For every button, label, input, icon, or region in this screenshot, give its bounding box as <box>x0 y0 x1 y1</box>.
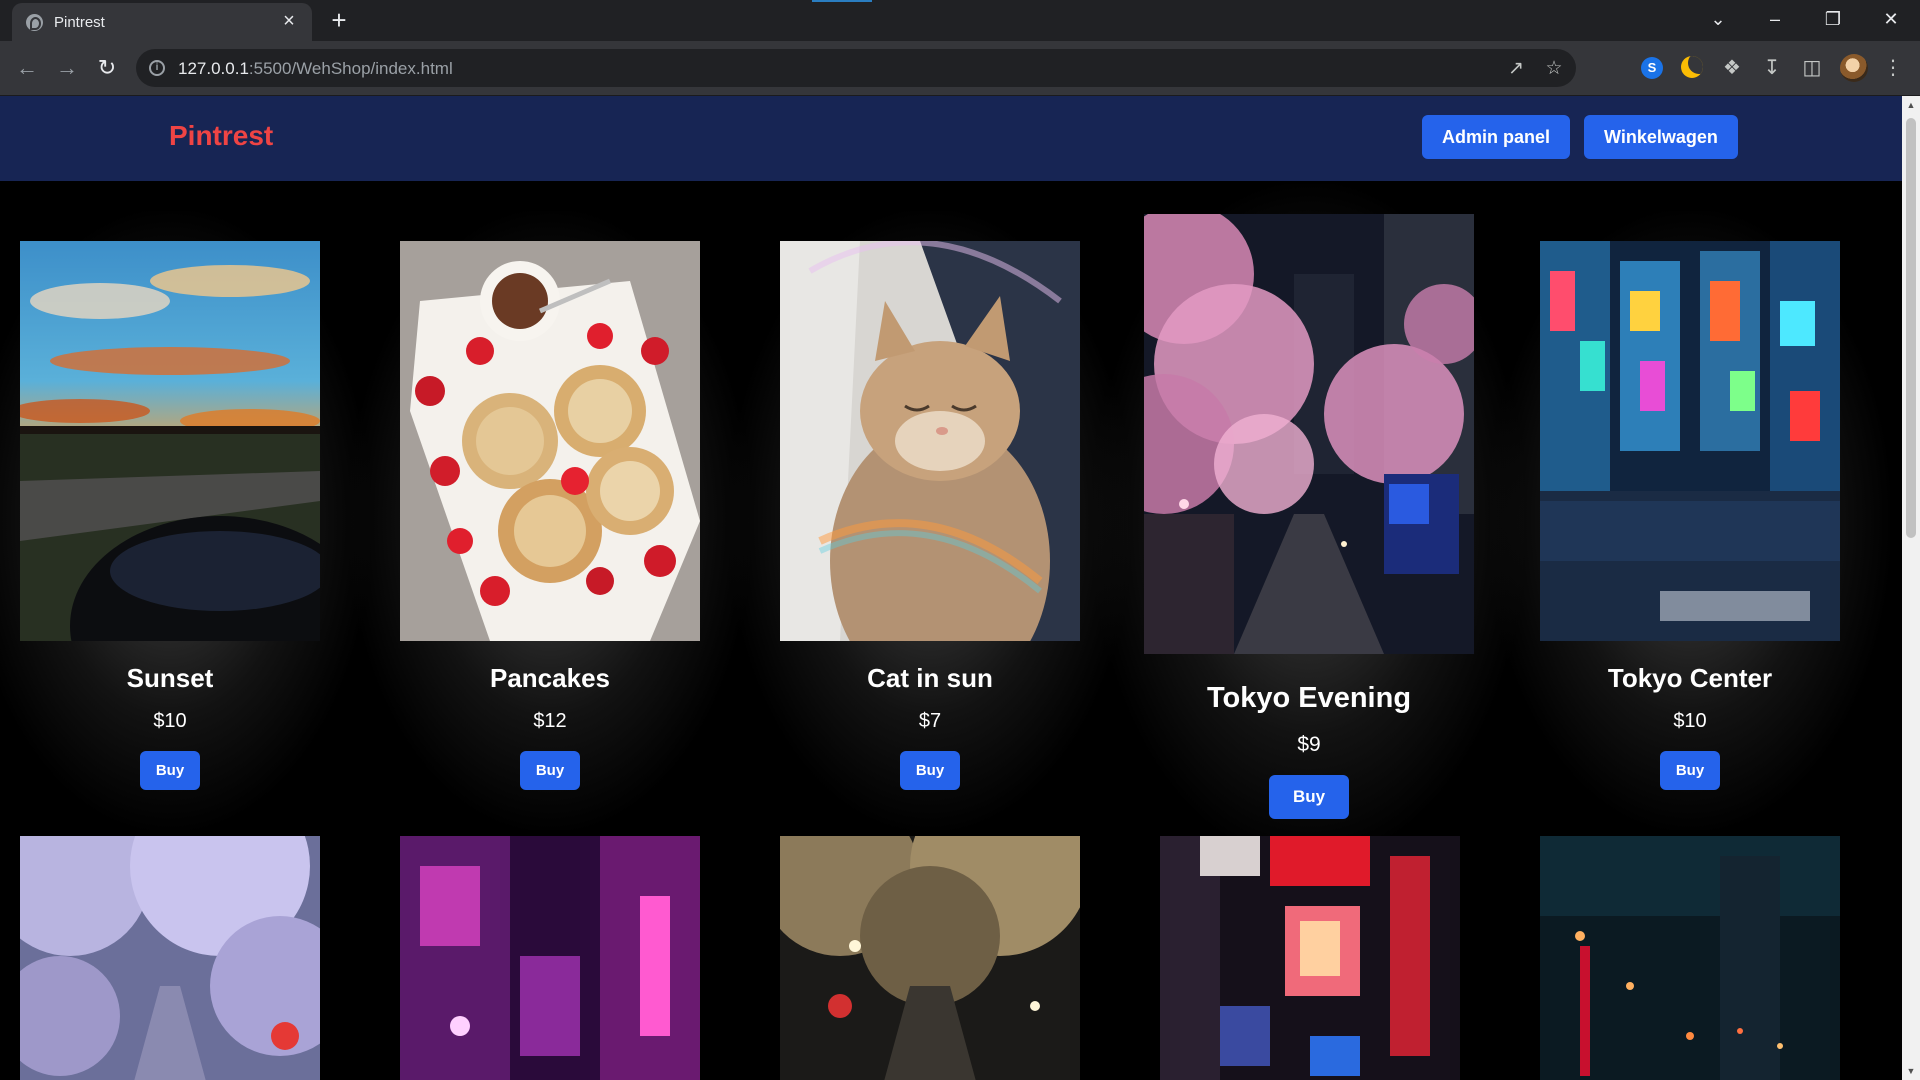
product-card: Tokyo Center $10 Buy <box>1490 211 1890 830</box>
sidebar-icon[interactable]: ◫ <box>1797 53 1827 83</box>
extension-icon[interactable]: S <box>1641 57 1663 79</box>
cart-button[interactable]: Winkelwagen <box>1584 115 1738 159</box>
back-icon[interactable]: ← <box>12 53 42 83</box>
product-card: Pancakes $12 Buy <box>350 211 750 830</box>
window-close-icon[interactable]: ✕ <box>1868 4 1914 34</box>
product-card: Cat in sun $7 Buy <box>730 211 1130 830</box>
buy-button[interactable]: Buy <box>899 751 961 790</box>
url-text[interactable]: 127.0.0.1:5500/WehShop/index.html <box>178 59 453 79</box>
site-header: Pintrest Admin panel Winkelwagen <box>0 96 1902 181</box>
product-image[interactable] <box>780 836 1080 1080</box>
browser-tab[interactable]: Pintrest × <box>12 3 312 41</box>
buy-button[interactable]: Buy <box>519 751 581 790</box>
buy-button[interactable]: Buy <box>1659 751 1721 790</box>
product-image[interactable] <box>1144 214 1474 654</box>
avatar[interactable] <box>1840 54 1868 82</box>
puzzle-icon[interactable]: ❖ <box>1717 53 1747 83</box>
browser-tab-bar: Pintrest × + ⌄ – ❐ ✕ <box>0 0 1920 41</box>
product-title: Cat in sun <box>867 663 993 693</box>
product-title: Tokyo Center <box>1607 663 1773 693</box>
scroll-up-icon[interactable]: ▲ <box>1906 100 1916 110</box>
admin-panel-button[interactable]: Admin panel <box>1422 115 1571 159</box>
star-icon[interactable]: ☆ <box>1542 57 1566 81</box>
address-bar[interactable]: i 127.0.0.1:5500/WehShop/index.html ↗ ☆ <box>136 49 1576 87</box>
product-price: $10 <box>1673 710 1707 732</box>
restore-icon[interactable]: ❐ <box>1810 4 1856 34</box>
tab-title: Pintrest <box>54 14 105 31</box>
product-title: Tokyo Evening <box>1206 682 1412 714</box>
forward-icon[interactable]: → <box>52 53 82 83</box>
product-image[interactable] <box>1540 241 1840 641</box>
close-tab-icon[interactable]: × <box>278 10 300 32</box>
new-tab-button[interactable]: + <box>325 6 353 34</box>
product-image[interactable] <box>20 836 320 1080</box>
page-viewport: Pintrest Admin panel Winkelwagen Sunset … <box>0 96 1902 1080</box>
share-icon[interactable]: ↗ <box>1504 57 1528 81</box>
product-price: $7 <box>918 710 942 732</box>
product-card: Tokyo Evening $9 Buy <box>1094 184 1524 859</box>
minimize-icon[interactable]: – <box>1752 4 1798 34</box>
buy-button[interactable]: Buy <box>139 751 201 790</box>
reload-icon[interactable]: ↻ <box>92 53 122 83</box>
product-image[interactable] <box>400 836 700 1080</box>
tab-search-icon[interactable]: ⌄ <box>1695 4 1741 34</box>
buy-button[interactable]: Buy <box>1268 775 1350 819</box>
product-title: Pancakes <box>490 663 610 693</box>
brand-logo[interactable]: Pintrest <box>169 120 273 152</box>
scroll-down-icon[interactable]: ▼ <box>1906 1066 1916 1076</box>
tab-indicator <box>812 0 872 2</box>
menu-icon[interactable]: ⋮ <box>1878 53 1908 83</box>
scroll-thumb[interactable] <box>1906 118 1916 538</box>
favicon-icon <box>26 14 43 31</box>
product-card: Sunset $10 Buy <box>0 211 370 830</box>
moon-icon[interactable] <box>1681 56 1703 78</box>
product-price: $10 <box>153 710 187 732</box>
product-price: $9 <box>1297 733 1321 756</box>
product-image[interactable] <box>1540 836 1840 1080</box>
product-image[interactable] <box>780 241 1080 641</box>
download-icon[interactable]: ↧ <box>1757 53 1787 83</box>
product-price: $12 <box>533 710 567 732</box>
product-image[interactable] <box>400 241 700 641</box>
product-image[interactable] <box>20 241 320 641</box>
page-scrollbar[interactable]: ▲ ▼ <box>1902 96 1920 1080</box>
product-image[interactable] <box>1160 836 1460 1080</box>
info-icon[interactable]: i <box>149 60 165 76</box>
product-title: Sunset <box>126 663 214 693</box>
browser-toolbar: ← → ↻ i 127.0.0.1:5500/WehShop/index.htm… <box>0 41 1920 96</box>
